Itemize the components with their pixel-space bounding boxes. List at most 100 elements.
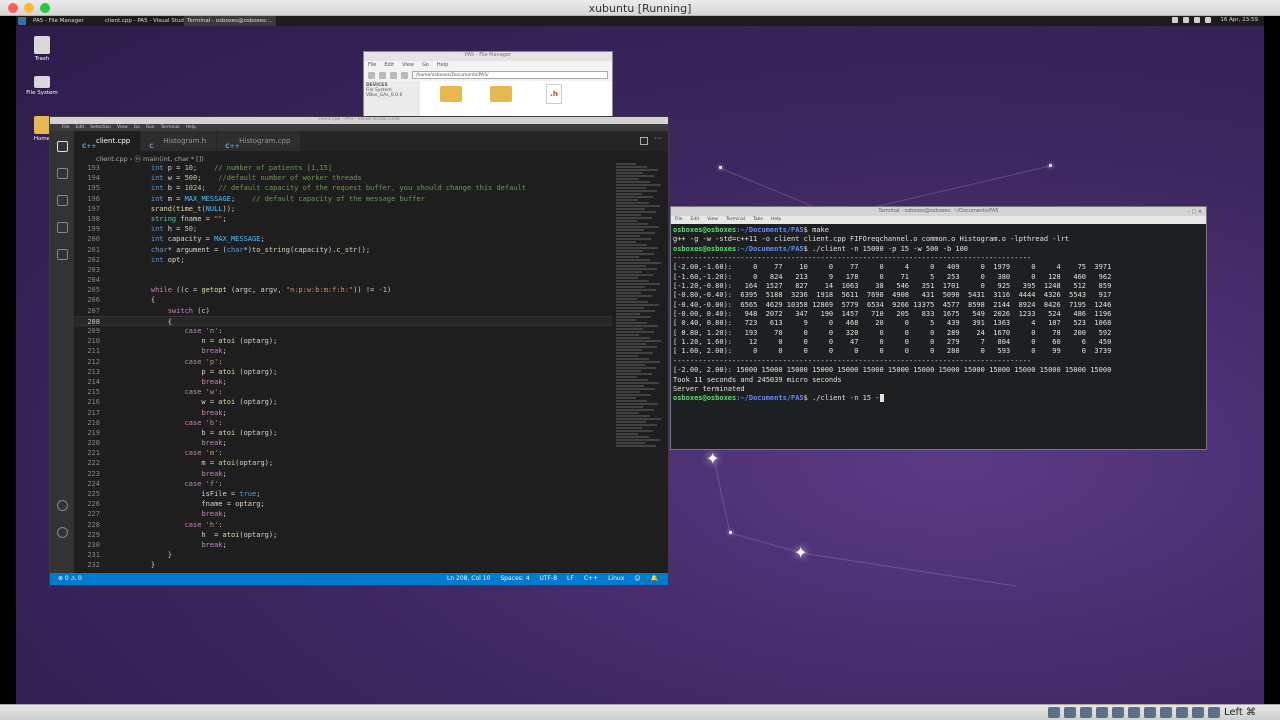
vs-menu-file[interactable]: File	[62, 125, 70, 130]
code-line[interactable]: 197 srand(time_t(NULL));	[74, 204, 612, 214]
network-icon[interactable]	[1096, 707, 1108, 718]
code-line[interactable]: 210 n = atoi (optarg);	[74, 336, 612, 346]
code-line[interactable]: 228 case 'h':	[74, 520, 612, 530]
explorer-icon[interactable]	[56, 141, 68, 152]
minimap[interactable]	[616, 163, 662, 573]
problems-indicator[interactable]: ⊗ 0 ⚠ 0	[58, 575, 82, 582]
fm-menu-go[interactable]: Go	[422, 62, 429, 68]
code-line[interactable]: 202 int opt;	[74, 255, 612, 265]
fm-menu-edit[interactable]: Edit	[384, 62, 394, 68]
vs-menu-help[interactable]: Help	[186, 125, 196, 130]
search-icon[interactable]	[56, 168, 68, 179]
term-menu-file[interactable]: File	[675, 217, 683, 223]
power-icon[interactable]	[1205, 17, 1212, 23]
terminal-output[interactable]: osboxes@osboxes:~/Documents/PA5$ make g++…	[671, 224, 1206, 406]
extensions-icon[interactable]	[56, 249, 68, 260]
folder-icon[interactable]	[440, 86, 462, 102]
indentation[interactable]: Spaces: 4	[500, 575, 529, 582]
usb-icon[interactable]	[1112, 707, 1124, 718]
mouse-integration-icon[interactable]	[1192, 707, 1204, 718]
code-line[interactable]: 207 switch (c)	[74, 306, 612, 316]
tab-histogram-cpp[interactable]: C++ Histogram.cpp	[217, 131, 302, 151]
vs-menu-view[interactable]: View	[117, 125, 128, 130]
terminal-window[interactable]: Terminal - osboxes@osboxes: ~/Documents/…	[670, 206, 1207, 450]
notification-icon[interactable]	[1194, 17, 1201, 23]
breadcrumb[interactable]: client.cpp › ⓜ main(int, char * [])	[74, 151, 668, 163]
desktop-icon-filesystem[interactable]: File System	[18, 76, 66, 96]
whisker-menu-icon[interactable]	[18, 17, 26, 25]
task-file-manager[interactable]: PA5 - File Manager	[30, 16, 87, 26]
back-icon[interactable]	[368, 71, 375, 79]
code-line[interactable]: 201 char* argument = (char*)to_string(ca…	[74, 245, 612, 255]
code-line[interactable]: 221 case 'm':	[74, 448, 612, 458]
keyboard-icon[interactable]	[1208, 707, 1220, 718]
term-menu-help[interactable]: Help	[771, 217, 781, 223]
split-editor-icon[interactable]	[640, 137, 648, 145]
code-line[interactable]: 208 {	[74, 315, 612, 326]
recording-icon[interactable]	[1160, 707, 1172, 718]
code-line[interactable]: 212 case 'p':	[74, 357, 612, 367]
code-line[interactable]: 215 case 'w':	[74, 387, 612, 397]
header-file-icon[interactable]: .h	[546, 84, 562, 104]
home-icon[interactable]	[401, 71, 408, 79]
code-line[interactable]: 214 break;	[74, 377, 612, 387]
fm-menu-view[interactable]: View	[402, 62, 414, 68]
code-line[interactable]: 206 {	[74, 295, 612, 305]
more-actions-icon[interactable]: ···	[654, 134, 662, 143]
code-line[interactable]: 199 int h = 50;	[74, 224, 612, 234]
code-line[interactable]: 211 break;	[74, 346, 612, 356]
code-line[interactable]: 193 int p = 10; // number of patients [1…	[74, 163, 612, 173]
desktop-icon-trash[interactable]: Trash	[18, 36, 66, 62]
vs-menu-go[interactable]: Go	[134, 125, 140, 130]
code-line[interactable]: 209 case 'n':	[74, 326, 612, 336]
code-line[interactable]: 213 p = atoi (optarg);	[74, 367, 612, 377]
network-icon[interactable]	[1172, 17, 1179, 23]
code-line[interactable]: 225 isFile = true;	[74, 489, 612, 499]
code-line[interactable]: 200 int capacity = MAX_MESSAGE;	[74, 234, 612, 244]
code-line[interactable]: 229 h = atoi(optarg);	[74, 530, 612, 540]
bell-icon[interactable]: 🔔	[651, 575, 658, 582]
fm-menu-file[interactable]: File	[368, 62, 376, 68]
fm-location-field[interactable]: /home/osboxes/Documents/PA5/	[412, 71, 608, 79]
forward-icon[interactable]	[379, 71, 386, 79]
task-terminal[interactable]: Terminal - osboxes@osboxes:...	[184, 16, 276, 26]
code-line[interactable]: 217 break;	[74, 408, 612, 418]
vs-menu-selection[interactable]: Selection	[90, 125, 111, 130]
code-line[interactable]: 227 break;	[74, 509, 612, 519]
vs-menu-terminal[interactable]: Terminal	[161, 125, 180, 130]
term-menu-view[interactable]: View	[707, 217, 718, 223]
code-line[interactable]: 203	[74, 265, 612, 275]
source-control-icon[interactable]	[56, 195, 68, 206]
code-line[interactable]: 218 case 'b':	[74, 418, 612, 428]
code-line[interactable]: 223 break;	[74, 469, 612, 479]
feedback-icon[interactable]: ☺	[634, 575, 640, 582]
vs-menu-run[interactable]: Run	[146, 125, 155, 130]
vscode-window[interactable]: client.cpp - PA5 - Visual Studio Code Fi…	[49, 116, 669, 586]
cursor-position[interactable]: Ln 208, Col 10	[447, 575, 490, 582]
window-buttons[interactable]: – □ ✕	[1187, 208, 1202, 217]
code-line[interactable]: 194 int w = 500; //default number of wor…	[74, 173, 612, 183]
code-line[interactable]: 198 string fname = "";	[74, 214, 612, 224]
code-line[interactable]: 226 fname = optarg;	[74, 499, 612, 509]
display-icon[interactable]	[1144, 707, 1156, 718]
shared-folder-icon[interactable]	[1128, 707, 1140, 718]
code-line[interactable]: 224 case 'f':	[74, 479, 612, 489]
term-menu-edit[interactable]: Edit	[691, 217, 700, 223]
audio-icon[interactable]	[1080, 707, 1092, 718]
code-line[interactable]: 222 m = atoi(optarg);	[74, 458, 612, 468]
fm-side-item-vbox[interactable]: VBox_GAs_6.0.6	[366, 93, 418, 98]
line-ending[interactable]: LF	[567, 575, 574, 582]
settings-gear-icon[interactable]	[56, 527, 68, 538]
code-line[interactable]: 230 break;	[74, 540, 612, 550]
account-icon[interactable]	[56, 500, 68, 511]
tab-client-cpp[interactable]: C++ client.cpp	[74, 131, 142, 151]
code-line[interactable]: 204	[74, 275, 612, 285]
run-debug-icon[interactable]	[56, 222, 68, 233]
code-line[interactable]: 231 }	[74, 550, 612, 560]
up-icon[interactable]	[390, 71, 397, 79]
optical-drive-icon[interactable]	[1064, 707, 1076, 718]
code-line[interactable]: 205 while ((c = getopt (argc, argv, "n:p…	[74, 285, 612, 295]
code-line[interactable]: 196 int m = MAX_MESSAGE; // default capa…	[74, 194, 612, 204]
term-menu-terminal[interactable]: Terminal	[726, 217, 745, 223]
code-line[interactable]: 232 }	[74, 560, 612, 570]
